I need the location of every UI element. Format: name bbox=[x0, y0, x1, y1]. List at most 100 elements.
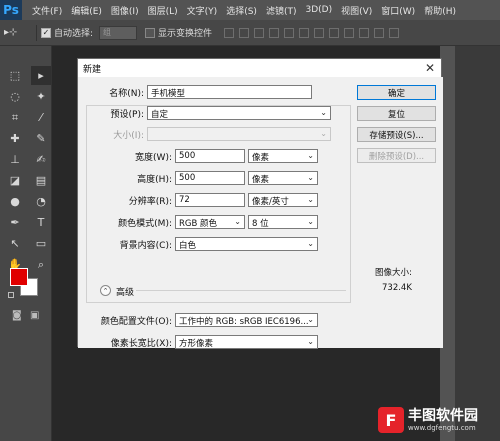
lasso-tool-icon[interactable]: ◌ bbox=[5, 87, 25, 106]
chevron-down-icon: ⌄ bbox=[320, 108, 327, 117]
menu-help[interactable]: 帮助(H) bbox=[424, 4, 456, 17]
align-vcenter-icon[interactable] bbox=[239, 27, 250, 38]
dialog-body: 名称(N): 手机模型 预设(P): 自定 ⌄ 大小(I): ⌄ 宽度(W): … bbox=[78, 77, 443, 349]
auto-select-checkbox[interactable]: ✓ bbox=[41, 27, 51, 38]
name-label: 名称(N): bbox=[109, 88, 144, 99]
color-profile-value: 工作中的 RGB: sRGB IEC6196... bbox=[179, 317, 309, 327]
show-transform-checkbox[interactable] bbox=[145, 27, 156, 38]
dodge-tool-icon[interactable]: ◔ bbox=[31, 192, 51, 211]
menu-3d[interactable]: 3D(D) bbox=[305, 5, 332, 15]
size-dropdown[interactable]: ⌄ bbox=[147, 127, 331, 141]
align-hcenter-icon[interactable] bbox=[284, 27, 295, 38]
default-colors-icon[interactable] bbox=[8, 292, 14, 298]
align-buttons bbox=[224, 27, 400, 38]
color-mode-dropdown[interactable]: RGB 颜色 ⌄ bbox=[175, 215, 245, 229]
resolution-unit-dropdown[interactable]: 像素/英寸 ⌄ bbox=[248, 193, 318, 207]
menu-bar: Ps 文件(F) 编辑(E) 图像(I) 图层(L) 文字(Y) 选择(S) 滤… bbox=[0, 0, 500, 20]
move-tool-preset-picker[interactable]: ▸⊹ bbox=[4, 24, 32, 42]
screen-mode-icon[interactable]: ▣ bbox=[30, 310, 39, 321]
align-bottom-icon[interactable] bbox=[254, 27, 265, 38]
watermark-title: 丰图软件园 bbox=[408, 407, 478, 424]
marquee-tool-icon[interactable]: ⬚ bbox=[5, 66, 25, 85]
watermark-url: www.dgfengtu.com bbox=[408, 423, 476, 432]
distribute-vcenter-icon[interactable] bbox=[329, 27, 340, 38]
path-selection-tool-icon[interactable]: ↖ bbox=[5, 234, 25, 253]
menu-edit[interactable]: 编辑(E) bbox=[71, 4, 102, 17]
distribute-right-icon[interactable] bbox=[389, 27, 400, 38]
quick-mask-icon[interactable]: ◙ bbox=[12, 310, 22, 321]
blur-tool-icon[interactable]: ● bbox=[5, 192, 25, 211]
move-tool-icon[interactable]: ▸ bbox=[31, 66, 51, 85]
options-bar: ▸⊹ ✓ 自动选择: 组 显示变换控件 bbox=[0, 20, 500, 46]
menu-filter[interactable]: 滤镜(T) bbox=[266, 4, 297, 17]
pen-tool-icon[interactable]: ✒ bbox=[5, 213, 25, 232]
close-icon[interactable]: ✕ bbox=[425, 61, 435, 75]
eraser-tool-icon[interactable]: ◪ bbox=[5, 171, 25, 190]
gradient-tool-icon[interactable]: ▤ bbox=[31, 171, 51, 190]
menu-view[interactable]: 视图(V) bbox=[341, 4, 372, 17]
advanced-toggle-icon[interactable]: ⌃ bbox=[100, 285, 111, 296]
foreground-color-swatch[interactable] bbox=[10, 268, 28, 286]
menu-layer[interactable]: 图层(L) bbox=[148, 4, 178, 17]
width-field[interactable]: 500 bbox=[175, 149, 245, 163]
menu-image[interactable]: 图像(I) bbox=[111, 4, 139, 17]
reset-button[interactable]: 复位 bbox=[357, 106, 436, 121]
advanced-label[interactable]: 高级 bbox=[116, 285, 134, 298]
save-preset-button[interactable]: 存储预设(S)... bbox=[357, 127, 436, 142]
watermark-logo-icon: F bbox=[378, 407, 404, 433]
chevron-down-icon: ⌄ bbox=[307, 151, 314, 160]
ok-button[interactable]: 确定 bbox=[357, 85, 436, 100]
chevron-down-icon: ⌄ bbox=[234, 217, 241, 226]
menu-select[interactable]: 选择(S) bbox=[226, 4, 257, 17]
dialog-title: 新建 bbox=[78, 59, 441, 77]
width-unit-dropdown[interactable]: 像素 ⌄ bbox=[248, 149, 318, 163]
new-document-dialog: 新建 ✕ 名称(N): 手机模型 预设(P): 自定 ⌄ 大小(I): ⌄ 宽度… bbox=[77, 58, 443, 349]
brush-tool-icon[interactable]: ✎ bbox=[31, 129, 51, 148]
color-profile-dropdown[interactable]: 工作中的 RGB: sRGB IEC6196... ⌄ bbox=[175, 313, 318, 327]
delete-preset-button[interactable]: 删除预设(D)... bbox=[357, 148, 436, 163]
resolution-field[interactable]: 72 bbox=[175, 193, 245, 207]
resolution-label: 分辨率(R): bbox=[128, 196, 172, 207]
distribute-top-icon[interactable] bbox=[314, 27, 325, 38]
preset-value: 自定 bbox=[151, 110, 169, 120]
distribute-left-icon[interactable] bbox=[359, 27, 370, 38]
align-left-icon[interactable] bbox=[269, 27, 280, 38]
height-field[interactable]: 500 bbox=[175, 171, 245, 185]
auto-select-dropdown[interactable]: 组 bbox=[99, 25, 138, 40]
resolution-unit-value: 像素/英寸 bbox=[252, 197, 289, 207]
pixel-aspect-dropdown[interactable]: 方形像素 ⌄ bbox=[175, 335, 318, 349]
type-tool-icon[interactable]: T bbox=[31, 213, 51, 232]
align-top-icon[interactable] bbox=[224, 27, 235, 38]
eyedropper-tool-icon[interactable]: ⁄ bbox=[31, 108, 51, 127]
bg-contents-dropdown[interactable]: 白色 ⌄ bbox=[175, 237, 318, 251]
align-right-icon[interactable] bbox=[299, 27, 310, 38]
preset-dropdown[interactable]: 自定 ⌄ bbox=[147, 106, 331, 120]
advanced-divider bbox=[136, 290, 346, 291]
show-transform-label: 显示变换控件 bbox=[158, 29, 213, 39]
history-brush-tool-icon[interactable]: ✍ bbox=[31, 150, 51, 169]
bit-depth-dropdown[interactable]: 8 位 ⌄ bbox=[248, 215, 318, 229]
color-mode-label: 颜色模式(M): bbox=[118, 218, 172, 229]
size-label: 大小(I): bbox=[113, 130, 144, 141]
menu-file[interactable]: 文件(F) bbox=[32, 4, 62, 17]
distribute-hcenter-icon[interactable] bbox=[374, 27, 385, 38]
distribute-bottom-icon[interactable] bbox=[344, 27, 355, 38]
chevron-down-icon: ⌄ bbox=[307, 217, 314, 226]
watermark: F 丰图软件园 www.dgfengtu.com bbox=[378, 403, 496, 437]
height-unit-value: 像素 bbox=[252, 175, 270, 185]
bg-contents-label: 背景内容(C): bbox=[119, 240, 172, 251]
bg-contents-value: 白色 bbox=[179, 241, 197, 251]
menu-type[interactable]: 文字(Y) bbox=[187, 4, 218, 17]
name-field[interactable]: 手机模型 bbox=[147, 85, 312, 99]
magic-wand-tool-icon[interactable]: ✦ bbox=[31, 87, 51, 106]
healing-brush-tool-icon[interactable]: ✚ bbox=[5, 129, 25, 148]
preset-label: 预设(P): bbox=[110, 109, 144, 120]
image-size-label: 图像大小: bbox=[375, 268, 412, 278]
pixel-aspect-value: 方形像素 bbox=[179, 339, 214, 349]
height-unit-dropdown[interactable]: 像素 ⌄ bbox=[248, 171, 318, 185]
menu-window[interactable]: 窗口(W) bbox=[381, 4, 415, 17]
crop-tool-icon[interactable]: ⌗ bbox=[5, 108, 25, 127]
chevron-down-icon: ⌄ bbox=[307, 173, 314, 182]
rectangle-tool-icon[interactable]: ▭ bbox=[31, 234, 51, 253]
clone-stamp-tool-icon[interactable]: ⊥ bbox=[5, 150, 25, 169]
